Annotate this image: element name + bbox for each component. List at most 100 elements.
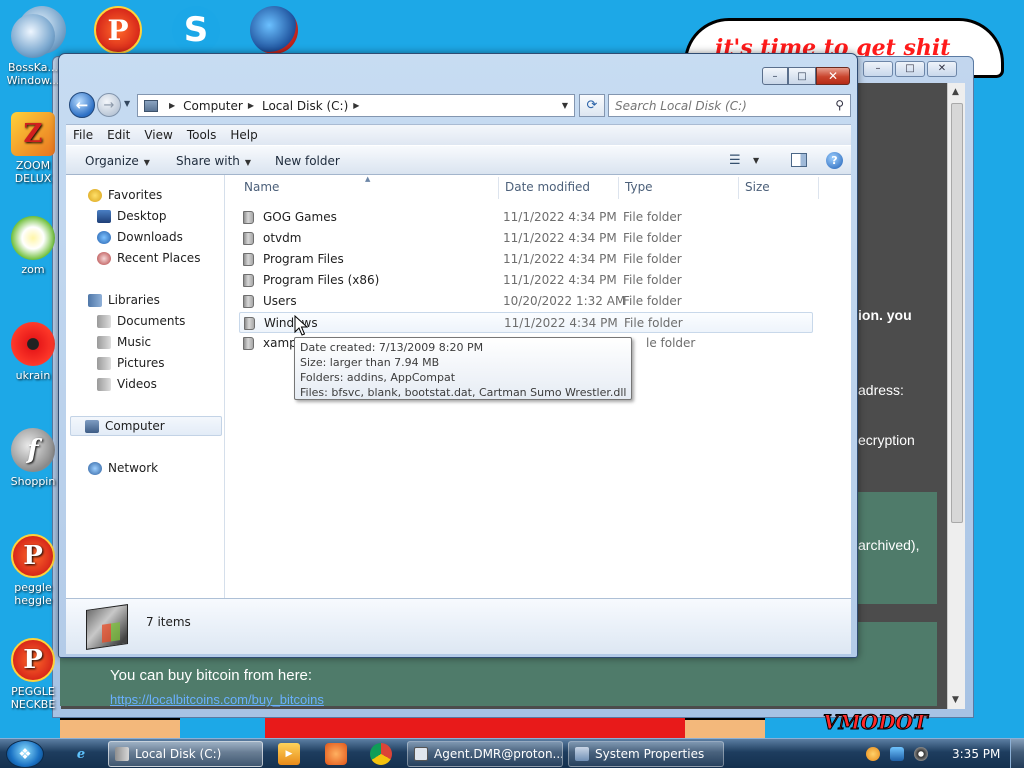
refresh-button[interactable]: ⟳ — [579, 94, 605, 117]
menu-file[interactable]: File — [66, 128, 100, 142]
file-row[interactable]: Program Files 11/1/2022 4:34 PM File folde… — [239, 249, 813, 270]
nav-libraries[interactable]: Libraries — [88, 290, 160, 310]
file-row-hovered[interactable]: Windows 11/1/2022 4:34 PM File folder — [239, 312, 813, 333]
start-button[interactable]: ❖ — [6, 740, 44, 768]
file-row[interactable]: GOG Games 11/1/2022 4:34 PM File folder — [239, 207, 813, 228]
search-icon[interactable] — [866, 747, 880, 761]
menu-edit[interactable]: Edit — [100, 128, 137, 142]
maximize-button[interactable]: □ — [788, 67, 816, 85]
top-desktop-icon-world[interactable] — [250, 6, 298, 54]
scroll-up-icon[interactable]: ▲ — [952, 87, 959, 97]
menu-help[interactable]: Help — [223, 128, 264, 142]
chevron-right-icon[interactable]: ▶ — [248, 101, 254, 110]
column-header-size[interactable]: Size — [745, 180, 770, 194]
search-icon[interactable]: ⚲ — [835, 98, 844, 112]
breadcrumb-local-disk[interactable]: Local Disk (C:) — [262, 99, 348, 113]
arrow-right-icon: → — [103, 97, 115, 113]
nav-network[interactable]: Network — [88, 458, 158, 478]
scroll-down-icon[interactable]: ▼ — [952, 695, 959, 705]
folder-icon — [243, 211, 254, 224]
back-button[interactable]: ← — [69, 92, 95, 118]
desktop-icon-peggle[interactable]: P peggle heggle — [2, 534, 64, 607]
column-divider[interactable] — [498, 177, 499, 199]
address-dropdown-icon[interactable]: ▼ — [556, 95, 574, 116]
system-properties-icon — [575, 747, 589, 761]
tooltip-date-created: Date created: 7/13/2009 8:20 PM — [300, 341, 484, 354]
column-header-name[interactable]: Name — [244, 180, 279, 194]
organize-label: Organize — [85, 154, 139, 168]
desktop-icon-peggle-neckbeard[interactable]: P PEGGLE NECKBE — [2, 638, 64, 711]
background-scrollbar[interactable]: ▲ ▼ — [947, 83, 965, 709]
background-close-button[interactable]: ✕ — [927, 61, 957, 77]
clock[interactable]: 3:35 PM — [952, 747, 1000, 761]
file-type: File folder — [623, 210, 682, 224]
nav-label: Favorites — [108, 188, 163, 202]
nav-recent-places[interactable]: Recent Places — [97, 248, 200, 268]
network-icon — [88, 461, 102, 475]
show-desktop-button[interactable] — [1010, 739, 1024, 768]
background-maximize-button[interactable]: □ — [895, 61, 925, 77]
nav-desktop[interactable]: Desktop — [97, 206, 167, 226]
monitor-icon[interactable] — [890, 747, 904, 761]
internet-explorer-icon[interactable]: e — [70, 743, 92, 765]
taskbar-item-system-properties[interactable]: System Properties — [568, 741, 724, 767]
close-button[interactable]: ✕ — [816, 67, 850, 85]
folder-icon — [243, 295, 254, 308]
nav-music[interactable]: Music — [97, 332, 151, 352]
file-row[interactable]: Program Files (x86) 11/1/2022 4:34 PM File… — [239, 270, 813, 291]
minimize-button[interactable]: – — [762, 67, 788, 85]
scroll-thumb[interactable] — [951, 103, 963, 523]
background-minimize-button[interactable]: – — [863, 61, 893, 77]
desktop-icon-shoppin[interactable]: f Shoppin — [2, 428, 64, 488]
chevron-right-icon[interactable]: ▶ — [353, 101, 359, 110]
nav-pictures[interactable]: Pictures — [97, 353, 165, 373]
top-desktop-icon-skype[interactable]: S — [172, 6, 220, 54]
tooltip-size: Size: larger than 7.94 MB — [300, 356, 440, 369]
share-with-button[interactable]: Share with ▼ — [176, 154, 251, 168]
chrome-icon[interactable] — [370, 743, 392, 765]
menu-tools[interactable]: Tools — [180, 128, 224, 142]
desktop-icon-bosska[interactable]: BossKa... Window... — [2, 14, 64, 87]
nav-downloads[interactable]: Downloads — [97, 227, 183, 247]
column-header-date[interactable]: Date modified — [505, 180, 590, 194]
media-player-icon[interactable]: ▶ — [278, 743, 300, 765]
chevron-right-icon[interactable]: ▶ — [169, 101, 175, 110]
ransom-text-fragment: ecryption — [858, 432, 915, 448]
taskbar-item-agent-dmr[interactable]: Agent.DMR@proton... — [407, 741, 563, 767]
organize-button[interactable]: Organize ▼ — [85, 154, 150, 168]
desktop-icon-ukrain[interactable]: ukrain — [2, 322, 64, 382]
address-bar[interactable]: ▶ Computer ▶ Local Disk (C:) ▶ ▼ — [137, 94, 575, 117]
desktop-icon-zoom[interactable]: Z ZOOM DELUX — [2, 112, 64, 185]
breadcrumb-computer[interactable]: Computer — [183, 99, 243, 113]
taskbar-item-label: Local Disk (C:) — [135, 747, 222, 761]
nav-documents[interactable]: Documents — [97, 311, 185, 331]
nav-favorites[interactable]: Favorites — [88, 185, 162, 205]
search-box[interactable]: ⚲ — [608, 94, 851, 117]
taskbar-item-local-disk[interactable]: Local Disk (C:) — [108, 741, 263, 767]
help-icon[interactable]: ? — [826, 152, 843, 169]
bitcoin-link[interactable]: https://localbitcoins.com/buy_bitcoins — [110, 692, 324, 707]
file-name: Program Files (x86) — [263, 273, 380, 287]
change-view-icon[interactable]: ☰ — [729, 153, 741, 168]
volume-icon[interactable] — [914, 747, 928, 761]
view-options-dropdown[interactable]: ▼ — [753, 156, 759, 165]
column-divider[interactable] — [738, 177, 739, 199]
column-divider[interactable] — [818, 177, 819, 199]
file-row[interactable]: Users 10/20/2022 1:32 AM File folder — [239, 291, 813, 312]
forward-button[interactable]: → — [97, 93, 121, 117]
paint-icon[interactable] — [325, 743, 347, 765]
nav-computer[interactable]: Computer — [70, 416, 222, 436]
desktop-icon-zom[interactable]: zom — [2, 216, 64, 276]
recent-pages-dropdown[interactable]: ▼ — [124, 99, 130, 108]
nav-videos[interactable]: Videos — [97, 374, 157, 394]
column-divider[interactable] — [618, 177, 619, 199]
command-bar: Organize ▼ Share with ▼ New folder ☰ ▼ ? — [66, 145, 851, 175]
column-header-type[interactable]: Type — [625, 180, 653, 194]
top-desktop-icon-popcap[interactable]: P — [94, 6, 142, 54]
preview-pane-icon[interactable] — [791, 153, 807, 167]
desktop-icon — [97, 209, 111, 223]
new-folder-button[interactable]: New folder — [275, 154, 340, 168]
menu-view[interactable]: View — [137, 128, 179, 142]
search-input[interactable] — [615, 96, 825, 116]
file-row[interactable]: otvdm 11/1/2022 4:34 PM File folder — [239, 228, 813, 249]
